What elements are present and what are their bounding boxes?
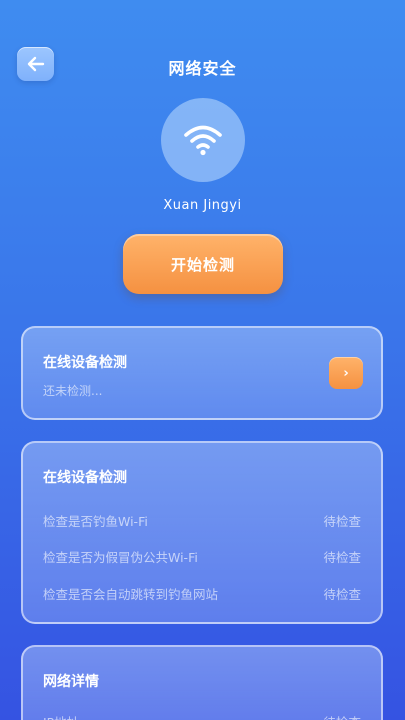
wifi-icon <box>184 125 222 156</box>
card-title: 网络详情 <box>43 674 99 690</box>
card-title: 在线设备检测 <box>43 355 127 371</box>
open-check-button[interactable]: › <box>329 357 363 389</box>
check-status: 还未检测... <box>43 384 103 398</box>
check-list-card: 在线设备检测 检查是否钓鱼Wi-Fi 待检查 检查是否为假冒伪公共Wi-Fi 待… <box>21 441 383 624</box>
online-device-check-card[interactable]: 在线设备检测 还未检测... › <box>21 326 383 420</box>
check-item-label: 检查是否钓鱼Wi-Fi <box>43 514 148 529</box>
check-item-status: 待检查 <box>323 587 361 602</box>
card-title: 在线设备检测 <box>43 470 127 486</box>
network-details-card: 网络详情 IP地址 待检查 <box>21 645 383 720</box>
list-item: 检查是否为假冒伪公共Wi-Fi 待检查 <box>43 547 361 566</box>
network-name: Xuan Jingyi <box>163 198 242 213</box>
check-item-status: 待检查 <box>323 550 361 565</box>
list-item: 检查是否钓鱼Wi-Fi 待检查 <box>43 511 361 530</box>
check-item-status: 待检查 <box>323 514 361 529</box>
chevron-right-icon: › <box>343 365 349 381</box>
page-title: 网络安全 <box>168 59 237 78</box>
check-item-label: 检查是否会自动跳转到钓鱼网站 <box>43 587 219 602</box>
detail-item-label: IP地址 <box>43 712 79 720</box>
detail-item-status: 待检查 <box>323 712 361 720</box>
wifi-badge <box>161 98 245 182</box>
list-item: IP地址 待检查 <box>43 712 361 720</box>
start-scan-button[interactable]: 开始检测 <box>123 234 283 294</box>
check-item-label: 检查是否为假冒伪公共Wi-Fi <box>43 550 198 565</box>
list-item: 检查是否会自动跳转到钓鱼网站 待检查 <box>43 584 361 603</box>
